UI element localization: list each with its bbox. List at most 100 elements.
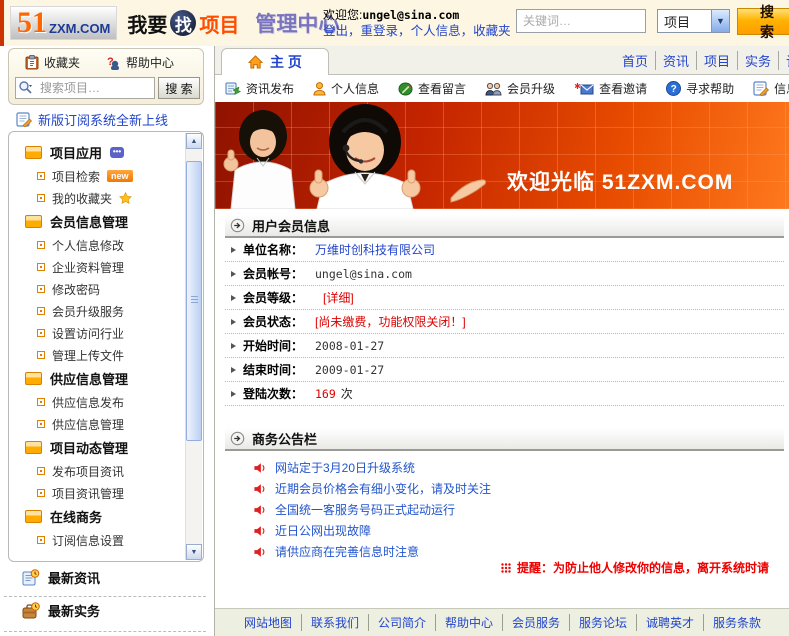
footer-contact[interactable]: 联系我们 (301, 614, 368, 631)
sidebar-notice-link[interactable]: 新版订阅系统全新上线 (8, 109, 168, 129)
footer-member-service[interactable]: 会员服务 (502, 614, 569, 631)
nav-projects[interactable]: 项目 (696, 51, 737, 70)
menu-item-label: 发布项目资讯 (52, 463, 124, 480)
row-end-date: 结束时间： 2009-01-27 (225, 358, 784, 382)
menu-item-label: 个人信息修改 (52, 237, 124, 254)
sidebar-item-manage-files[interactable]: 管理上传文件 (25, 344, 181, 366)
footer-about[interactable]: 公司简介 (368, 614, 435, 631)
bullet-icon (37, 241, 45, 249)
sidebar-item-project-search[interactable]: 项目检索 new (25, 165, 181, 187)
company-name-link[interactable]: 万维时创科技有限公司 (315, 241, 435, 258)
row-member-account: 会员帐号： ungel@sina.com (225, 262, 784, 286)
search-icon (18, 80, 34, 95)
footer-help[interactable]: 帮助中心 (435, 614, 502, 631)
scroll-down-icon[interactable]: ▼ (186, 544, 202, 560)
menu-section-member-info: 会员信息管理 (25, 209, 181, 234)
favorites-link[interactable]: 收藏夹 (473, 24, 511, 38)
sidebar-item-subscription-settings[interactable]: 订阅信息设置 (25, 529, 181, 551)
tab-home[interactable]: 主 页 (221, 48, 329, 75)
toolbar-member-upgrade[interactable]: 会员升级 (485, 80, 555, 97)
member-status-value: [尚未缴费，功能权限关闭！] (315, 313, 466, 330)
sidebar-help-center[interactable]: ? 帮助中心 (106, 54, 174, 71)
sidebar-latest-news[interactable]: 最新资讯 (8, 568, 100, 587)
speech-bubble-icon: ••• (110, 147, 124, 158)
sidebar-item-upgrade-service[interactable]: 会员升级服务 (25, 300, 181, 322)
clipboard-icon (25, 55, 39, 70)
sidebar-item-change-password[interactable]: 修改密码 (25, 278, 181, 300)
profile-link[interactable]: 个人信息 (411, 24, 474, 38)
toolbar-info-subscribe[interactable]: 信息订阅 (753, 80, 789, 97)
sidebar-item-supply-publish[interactable]: 供应信息发布 (25, 391, 181, 413)
sidebar-item-industry-access[interactable]: 设置访问行业 (25, 322, 181, 344)
row-login-count: 登陆次数： 169 次 (225, 382, 784, 406)
footer-terms[interactable]: 服务条款 (703, 614, 770, 631)
announcement-link[interactable]: 近期会员价格会有细小变化，请及时关注 (275, 480, 491, 497)
announcement-link[interactable]: 请供应商在完善信息时注意 (275, 543, 419, 560)
welcome-prefix: 欢迎您: (323, 8, 362, 22)
sidebar-favorites[interactable]: 收藏夹 (25, 54, 80, 71)
invitation-icon (574, 82, 594, 96)
announcement-link[interactable]: 全国统一客服务号码正式起动运行 (275, 501, 455, 518)
toolbar-personal-info[interactable]: 个人信息 (313, 80, 379, 97)
toolbar-news-publish[interactable]: 资讯发布 (225, 80, 294, 97)
sidebar-item-company-info[interactable]: 企业资料管理 (25, 256, 181, 278)
category-select[interactable]: 项目 ▼ (657, 9, 730, 33)
menu-item-label: 项目检索 (52, 168, 100, 185)
toolbar-view-messages[interactable]: 查看留言 (398, 80, 466, 97)
scroll-up-icon[interactable]: ▲ (186, 133, 202, 149)
member-level-detail-link[interactable]: [详细] (323, 289, 354, 306)
circle-arrow-icon (230, 218, 245, 233)
nav-practice[interactable]: 实务 (737, 51, 778, 70)
security-reminder: 提醒：为防止他人修改你的信息，离开系统时请 (501, 559, 769, 576)
logout-link[interactable]: 登出 (323, 24, 361, 38)
speaker-icon (253, 504, 266, 516)
speaker-icon (253, 483, 266, 495)
sidebar-item-publish-news[interactable]: 发布项目资讯 (25, 460, 181, 482)
bullet-icon (37, 467, 45, 475)
scrollbar-thumb[interactable] (186, 161, 202, 441)
sidebar-item-manage-news[interactable]: 项目资讯管理 (25, 482, 181, 504)
row-arrow-icon (231, 343, 236, 349)
latest-business-label: 最新实务 (48, 601, 100, 620)
section-title: 商务公告栏 (252, 429, 317, 448)
footer-sitemap[interactable]: 网站地图 (235, 614, 301, 631)
announcement-link[interactable]: 网站定于3月20日升级系统 (275, 459, 415, 476)
sidebar-item-supply-manage[interactable]: 供应信息管理 (25, 413, 181, 435)
user-links: 登出重登录个人信息收藏夹 (323, 23, 511, 39)
announcement-item: 网站定于3月20日升级系统 (225, 457, 784, 478)
sidebar-scrollbar[interactable]: ▲ ▼ (185, 133, 202, 560)
search-button[interactable]: 搜索 (737, 8, 789, 35)
folder-icon (25, 146, 42, 159)
relogin-link[interactable]: 重登录 (361, 24, 411, 38)
main-content: 用户会员信息 单位名称： 万维时创科技有限公司 会员帐号： ungel@sina… (215, 209, 789, 562)
nav-home[interactable]: 首页 (615, 51, 655, 70)
nav-forum[interactable]: 论坛 (778, 51, 789, 70)
footer-forum[interactable]: 服务论坛 (569, 614, 636, 631)
nav-news[interactable]: 资讯 (655, 51, 696, 70)
toolbar-view-invitations[interactable]: 查看邀请 (574, 80, 647, 97)
keyword-input[interactable] (516, 9, 646, 33)
sidebar-search-button[interactable]: 搜 索 (158, 77, 200, 99)
divider (4, 596, 206, 597)
announcement-link[interactable]: 近日公网出现故障 (275, 522, 371, 539)
sidebar-quick-links: 收藏夹 ? 帮助中心 (9, 49, 203, 71)
sidebar-item-edit-profile[interactable]: 个人信息修改 (25, 234, 181, 256)
person-icon (313, 82, 326, 96)
footer-jobs[interactable]: 诚聘英才 (636, 614, 703, 631)
speaker-icon (253, 525, 266, 537)
menu-item-label: 项目资讯管理 (52, 485, 124, 502)
sidebar-search-input[interactable] (15, 77, 155, 99)
sidebar-item-my-favorites[interactable]: 我的收藏夹 (25, 187, 181, 209)
menu-item-label: 会员升级服务 (52, 303, 124, 320)
speaker-icon (253, 462, 266, 474)
sidebar-latest-business[interactable]: 最新实务 (8, 601, 100, 620)
reminder-text: 提醒：为防止他人修改你的信息，离开系统时请 (517, 559, 769, 576)
member-upgrade-icon (485, 82, 502, 96)
logo[interactable]: 51 ZXM.COM 我要 找 项目 管理中心 (10, 5, 339, 41)
toolbar-seek-help[interactable]: ? 寻求帮助 (666, 80, 734, 97)
row-arrow-icon (231, 391, 236, 397)
member-info-section-header: 用户会员信息 (225, 215, 784, 238)
sidebar-favorites-label: 收藏夹 (44, 54, 80, 71)
bullet-icon (37, 172, 45, 180)
menu-item-label: 管理上传文件 (52, 347, 124, 364)
